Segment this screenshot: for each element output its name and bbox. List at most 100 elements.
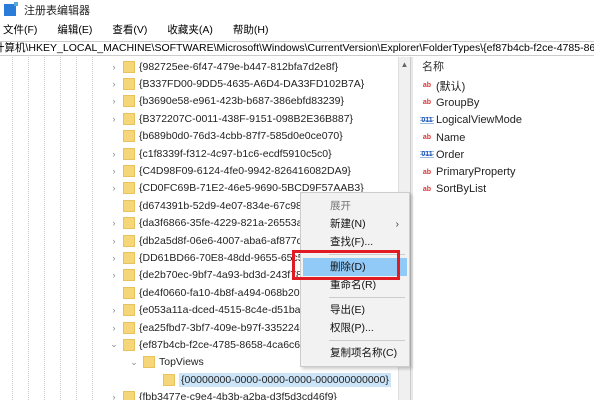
chevron-right-icon[interactable]: › — [108, 114, 120, 124]
value-item[interactable]: 011 LogicalViewMode — [414, 112, 600, 129]
chevron-right-icon[interactable]: › — [108, 253, 120, 263]
folder-icon — [123, 321, 135, 334]
tree-item-label: {B337FD00-9DD5-4635-A6D4-DA33FD102B7A} — [139, 77, 365, 90]
value-name: LogicalViewMode — [436, 114, 523, 127]
menu-bar: 文件(F) 编辑(E) 查看(V) 收藏夹(A) 帮助(H) — [0, 22, 286, 38]
binary-value-icon: 011 — [420, 149, 434, 161]
tree-item-label: {fbb3477e-c9e4-4b3b-a2ba-d3f5d3cd46f9} — [139, 391, 337, 400]
value-item[interactable]: ab (默认) — [414, 77, 600, 94]
chevron-right-icon[interactable]: › — [108, 270, 120, 280]
tree-item-label: {C4D98F09-6124-4fe0-9942-826416082DA9} — [139, 164, 351, 177]
folder-icon — [123, 164, 135, 177]
folder-icon — [143, 356, 155, 369]
menu-favorites[interactable]: 收藏夹(A) — [164, 22, 213, 38]
string-value-icon: ab — [422, 134, 432, 142]
regedit-icon — [4, 2, 18, 16]
value-item[interactable]: ab Name — [414, 129, 600, 146]
value-item[interactable]: ab PrimaryProperty — [414, 163, 600, 180]
chevron-right-icon[interactable]: › — [108, 62, 120, 72]
column-header-name[interactable]: 名称 — [414, 57, 600, 77]
folder-icon — [123, 304, 135, 317]
values-pane: 名称 ab (默认) ab GroupBy 011 LogicalViewMode ab Na… — [414, 57, 600, 400]
folder-icon — [123, 112, 135, 125]
folder-icon — [123, 234, 135, 247]
value-name: GroupBy — [436, 96, 480, 109]
folder-icon — [123, 251, 135, 264]
chevron-right-icon[interactable]: › — [108, 218, 120, 228]
folder-icon — [123, 130, 135, 143]
tree-item-label: {B372207C-0011-438F-9151-098B2E36B887} — [139, 112, 354, 125]
submenu-arrow-icon: › — [395, 218, 400, 230]
chevron-right-icon[interactable]: › — [108, 392, 120, 400]
value-item[interactable]: ab SortByList — [414, 181, 600, 198]
title-bar: 注册表编辑器 — [0, 0, 600, 20]
tree-item-label: {b689b0d0-76d3-4cbb-87f7-585d0e0ce070} — [139, 130, 343, 143]
folder-icon — [123, 95, 135, 108]
menu-item-find[interactable]: 查找(F)... — [303, 233, 407, 251]
menu-item-expand[interactable]: 展开 — [303, 197, 407, 215]
tree-item[interactable]: › {c1f8339f-f312-4c97-b1c6-ecdf5910c5c0} — [108, 145, 332, 162]
folder-icon — [123, 338, 135, 351]
folder-icon — [123, 391, 135, 400]
menu-item-new[interactable]: 新建(N) › — [303, 215, 407, 233]
menu-help[interactable]: 帮助(H) — [230, 22, 269, 38]
folder-icon — [163, 373, 175, 386]
chevron-down-icon[interactable]: ⌄ — [128, 357, 140, 368]
tree-item-label: {b3690e58-e961-423b-b687-386ebfd83239} — [139, 95, 344, 108]
folder-icon — [123, 147, 135, 160]
value-name: SortByList — [436, 183, 487, 196]
folder-icon — [123, 199, 135, 212]
menu-item-permissions[interactable]: 权限(P)... — [303, 319, 407, 337]
chevron-right-icon[interactable]: › — [108, 96, 120, 106]
chevron-right-icon[interactable]: › — [108, 183, 120, 193]
address-bar[interactable]: 计算机\HKEY_LOCAL_MACHINE\SOFTWARE\Microsof… — [0, 41, 594, 56]
tree-item[interactable]: › {b3690e58-e961-423b-b687-386ebfd83239} — [108, 93, 344, 110]
folder-icon — [123, 286, 135, 299]
folder-icon — [123, 60, 135, 73]
string-value-icon: ab — [422, 99, 432, 107]
string-value-icon: ab — [422, 82, 432, 90]
menu-item-copy-key-name[interactable]: 复制项名称(C) — [303, 344, 407, 362]
menu-view[interactable]: 查看(V) — [109, 22, 147, 38]
chevron-right-icon[interactable]: › — [108, 305, 120, 315]
folder-icon — [123, 217, 135, 230]
chevron-down-icon[interactable]: ⌄ — [108, 339, 120, 350]
string-value-icon: ab — [422, 168, 432, 176]
chevron-right-icon[interactable]: › — [108, 149, 120, 159]
tree-item-label: {c1f8339f-f312-4c97-b1c6-ecdf5910c5c0} — [139, 147, 332, 160]
chevron-right-icon[interactable]: › — [108, 236, 120, 246]
tree-item[interactable]: › {C4D98F09-6124-4fe0-9942-826416082DA9} — [108, 162, 351, 179]
folder-icon — [123, 269, 135, 282]
tree-item[interactable]: › {B337FD00-9DD5-4635-A6D4-DA33FD102B7A} — [108, 75, 364, 92]
folder-icon — [123, 77, 135, 90]
scroll-up-icon[interactable]: ▲ — [399, 60, 410, 69]
tree-item[interactable]: › {fbb3477e-c9e4-4b3b-a2ba-d3f5d3cd46f9} — [108, 389, 337, 400]
menu-item-export[interactable]: 导出(E) — [303, 301, 407, 319]
tree-item-label: TopViews — [159, 356, 204, 369]
tree-item[interactable]: {b689b0d0-76d3-4cbb-87f7-585d0e0ce070} — [108, 128, 343, 145]
tree-item[interactable]: › {B372207C-0011-438F-9151-098B2E36B887} — [108, 110, 353, 127]
tree-item-label: {00000000-0000-0000-0000-000000000000} — [179, 372, 391, 387]
chevron-right-icon[interactable]: › — [108, 79, 120, 89]
pane-splitter[interactable] — [410, 57, 413, 400]
value-name: Order — [436, 148, 465, 161]
tree-item[interactable]: {00000000-0000-0000-0000-000000000000} — [148, 371, 391, 388]
value-name: (默认) — [436, 80, 466, 93]
menu-edit[interactable]: 编辑(E) — [54, 22, 92, 38]
value-name: Name — [436, 131, 466, 144]
value-item[interactable]: ab GroupBy — [414, 94, 600, 111]
chevron-right-icon[interactable]: › — [108, 166, 120, 176]
menu-item-new-label: 新建(N) — [330, 218, 366, 230]
folder-icon — [123, 182, 135, 195]
value-name: PrimaryProperty — [436, 166, 516, 179]
highlight-annotation — [292, 250, 400, 280]
separator — [329, 297, 405, 298]
binary-value-icon: 011 — [420, 114, 434, 126]
tree-item-label: {982725ee-6f47-479e-b447-812bfa7d2e8f} — [139, 60, 339, 73]
menu-file[interactable]: 文件(F) — [0, 22, 37, 38]
tree-item[interactable]: ⌄ TopViews — [128, 354, 204, 371]
chevron-right-icon[interactable]: › — [108, 323, 120, 333]
value-item[interactable]: 011 Order — [414, 146, 600, 163]
string-value-icon: ab — [422, 185, 432, 193]
tree-item[interactable]: › {982725ee-6f47-479e-b447-812bfa7d2e8f} — [108, 58, 338, 75]
